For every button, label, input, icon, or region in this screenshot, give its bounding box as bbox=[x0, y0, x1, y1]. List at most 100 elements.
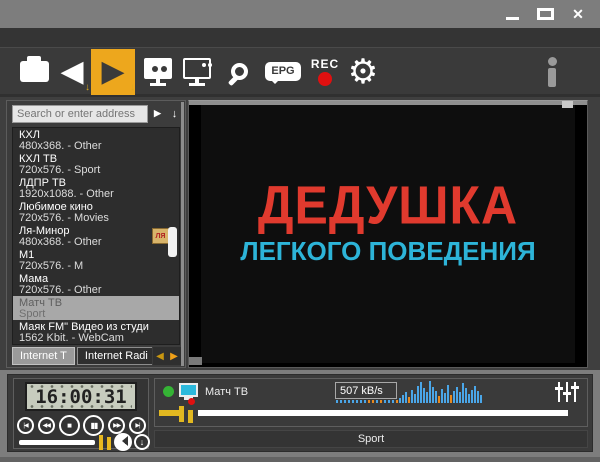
video-top-scrollbar[interactable] bbox=[189, 101, 587, 105]
minimize-button[interactable] bbox=[500, 5, 524, 23]
channel-detail: 720x576. - Movies bbox=[19, 213, 179, 224]
screen-mode-button[interactable] bbox=[138, 48, 178, 95]
video-area[interactable]: ДЕДУШКА ЛЕГКОГО ПОВЕДЕНИЯ bbox=[188, 100, 588, 368]
status-green-dot bbox=[163, 386, 174, 397]
channel-list: КХЛ 480x368. - Other КХЛ ТВ 720x576. - S… bbox=[12, 127, 180, 345]
channel-list-item[interactable]: Матч ТВ Sport bbox=[13, 296, 179, 320]
channel-detail: 720x576. - Other bbox=[19, 285, 179, 296]
minimize-icon bbox=[506, 17, 519, 20]
playback-control-box: 16:00:31 |◀◀◀■▮▮▶▶▶| ↓ bbox=[13, 378, 149, 449]
monitor-people-icon bbox=[144, 58, 172, 86]
transport-button[interactable]: ▶▶ bbox=[108, 417, 125, 434]
channel-list-item[interactable]: КХЛ 480x368. - Other bbox=[13, 128, 179, 152]
channel-detail: 1562 Kbit. - WebCam bbox=[19, 333, 179, 344]
channel-list-item[interactable]: Любимое кино 720x576. - Movies bbox=[13, 200, 179, 224]
channel-name: Маяк FM" Видео из студи bbox=[19, 321, 179, 333]
bitrate-badge: 507 kB/s bbox=[335, 382, 397, 399]
channel-list-item[interactable]: КХЛ ТВ 720x576. - Sport bbox=[13, 152, 179, 176]
channel-name: М1 bbox=[19, 249, 179, 261]
spectrum bbox=[399, 381, 495, 403]
video-subtitle: ЛЕГКОГО ПОВЕДЕНИЯ bbox=[240, 236, 535, 267]
volume-down-button[interactable]: ↓ bbox=[134, 434, 150, 450]
transport-button[interactable]: ◀◀ bbox=[38, 417, 55, 434]
transport-button[interactable]: ▮▮ bbox=[83, 415, 104, 436]
category-label: Sport bbox=[358, 433, 384, 445]
transport-controls: |◀◀◀■▮▮▶▶▶| bbox=[17, 414, 146, 436]
monitor-people-2-icon bbox=[183, 58, 211, 86]
prev-channel-button[interactable]: ◀ ↓ bbox=[54, 48, 90, 95]
channel-name: Матч ТВ bbox=[19, 297, 179, 309]
channel-name: Мама bbox=[19, 273, 179, 285]
mute-button[interactable] bbox=[114, 433, 132, 451]
equalizer-icon[interactable] bbox=[555, 382, 579, 402]
transport-button[interactable]: ▶| bbox=[129, 417, 146, 434]
seek-handle[interactable] bbox=[188, 410, 193, 423]
volume-slider[interactable] bbox=[19, 440, 95, 445]
channel-logo-icon: ЛЯ bbox=[152, 228, 169, 244]
drop-arrow-icon: ↓ bbox=[130, 82, 135, 93]
menu-bar bbox=[0, 28, 600, 47]
open-file-button[interactable] bbox=[16, 48, 52, 95]
channel-name: КХЛ bbox=[19, 129, 179, 141]
list-scrollbar[interactable] bbox=[181, 102, 184, 366]
left-arrow-icon: ◀ bbox=[156, 351, 164, 362]
info-button[interactable] bbox=[542, 48, 562, 95]
gear-icon: ⚙ bbox=[348, 55, 378, 89]
video-title: ДЕДУШКА bbox=[258, 173, 518, 236]
video-frame: ДЕДУШКА ЛЕГКОГО ПОВЕДЕНИЯ bbox=[201, 105, 575, 363]
record-button[interactable]: REC bbox=[306, 48, 344, 95]
channel-detail: 1920x1088. - Other bbox=[19, 189, 179, 200]
window-titlebar: ✕ bbox=[0, 0, 600, 28]
search-go-button[interactable]: ▶ bbox=[150, 105, 165, 123]
right-arrow-icon: ▶ bbox=[170, 351, 178, 362]
channel-list-item[interactable]: Маяк FM" Видео из студи 1562 Kbit. - Web… bbox=[13, 320, 179, 344]
toolbar: ◀ ↓ ▶ ↓ EPG REC ⚙ bbox=[0, 47, 600, 97]
channel-name: ЛДПР ТВ bbox=[19, 177, 179, 189]
video-scrollbar-thumb[interactable] bbox=[562, 101, 573, 108]
status-box: Матч ТВ 507 kB/s bbox=[154, 378, 588, 427]
maximize-button[interactable] bbox=[533, 5, 557, 23]
transport-button[interactable]: |◀ bbox=[17, 417, 34, 434]
channel-list-item[interactable]: М1 720x576. - М bbox=[13, 248, 179, 272]
search-input[interactable] bbox=[12, 105, 148, 123]
search-dropdown-button[interactable]: ↓ bbox=[167, 105, 182, 123]
seek-handle[interactable] bbox=[179, 406, 184, 422]
list-scrollbar-thumb[interactable] bbox=[168, 227, 177, 257]
go-icon: ▶ bbox=[154, 108, 161, 119]
info-icon bbox=[548, 57, 557, 87]
tabs-scroll-left-button[interactable]: ◀ bbox=[153, 347, 167, 365]
tab[interactable]: Internet T bbox=[12, 347, 75, 365]
epg-bubble-icon: EPG bbox=[265, 62, 300, 81]
down-arrow-icon: ↓ bbox=[172, 108, 178, 120]
volume-handle[interactable] bbox=[99, 435, 103, 450]
channel-name: Любимое кино bbox=[19, 201, 179, 213]
folder-icon bbox=[20, 61, 49, 82]
volume-handle[interactable] bbox=[107, 437, 111, 450]
magnifier-icon bbox=[231, 63, 248, 80]
player-frame: 16:00:31 |◀◀◀■▮▮▶▶▶| ↓ Матч ТВ 507 kB/s bbox=[0, 370, 600, 462]
desktop-capture-button[interactable] bbox=[177, 48, 217, 95]
channel-monitor-icon bbox=[179, 383, 198, 397]
close-icon: ✕ bbox=[572, 6, 584, 23]
drop-arrow-icon: ↓ bbox=[85, 82, 90, 93]
channel-list-item[interactable]: Ля-Минор 480x368. - Other ЛЯ bbox=[13, 224, 179, 248]
video-corner-handle bbox=[189, 357, 202, 365]
play-button[interactable]: ▶ ↓ bbox=[91, 49, 135, 95]
speaker-icon bbox=[118, 436, 129, 447]
transport-button[interactable]: ■ bbox=[59, 415, 80, 436]
tabs-scroll-right-button[interactable]: ▶ bbox=[167, 347, 181, 365]
spectrum-dashes bbox=[336, 400, 398, 403]
settings-button[interactable]: ⚙ bbox=[344, 48, 382, 95]
epg-button[interactable]: EPG bbox=[260, 48, 306, 95]
channel-tabs: Internet TInternet RadiПо bbox=[12, 347, 152, 365]
seek-track[interactable] bbox=[198, 410, 568, 416]
channel-list-item[interactable]: Мама 720x576. - Other bbox=[13, 272, 179, 296]
channel-detail: 480x368. - Other bbox=[19, 141, 179, 152]
down-arrow-icon: ↓ bbox=[140, 437, 145, 447]
tab[interactable]: Internet Radi bbox=[77, 347, 152, 365]
channel-list-item[interactable]: ЛДПР ТВ 1920x1088. - Other bbox=[13, 176, 179, 200]
search-button[interactable] bbox=[221, 48, 257, 95]
close-button[interactable]: ✕ bbox=[566, 5, 590, 23]
status-channel-label: Матч ТВ bbox=[205, 386, 248, 398]
seek-marker-dot bbox=[188, 398, 195, 405]
